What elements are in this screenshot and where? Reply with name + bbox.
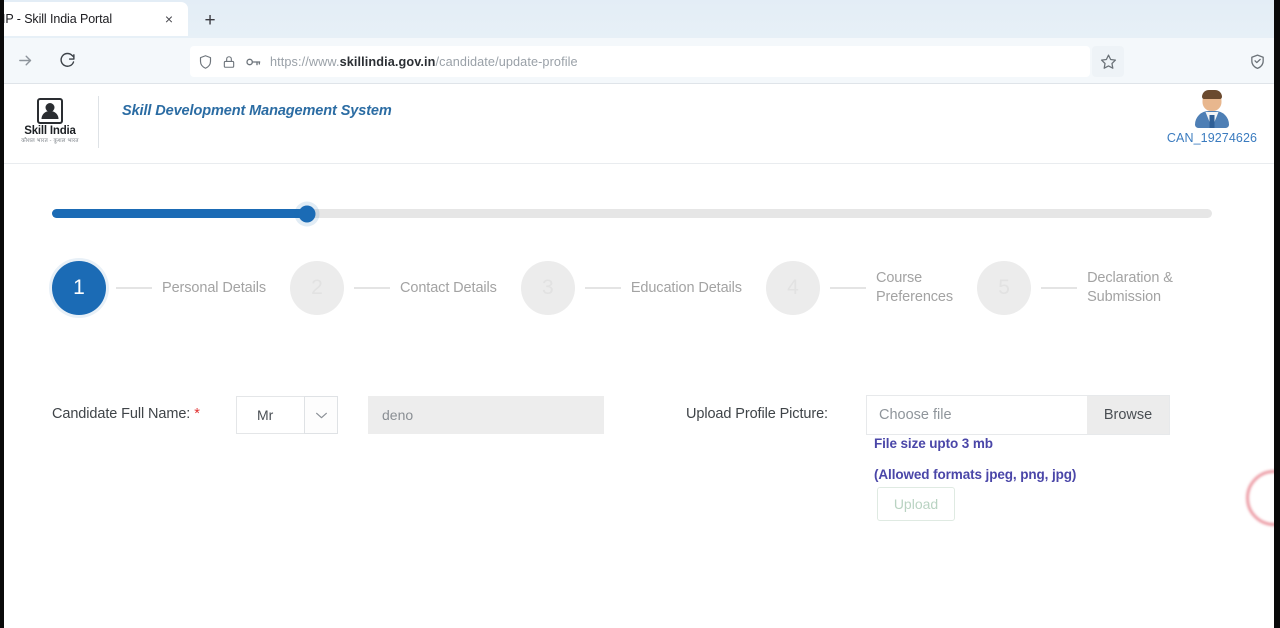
candidate-name-value: deno <box>382 407 414 423</box>
reload-icon[interactable] <box>50 44 84 78</box>
step-connector <box>116 287 152 289</box>
user-avatar-icon[interactable] <box>1193 90 1231 128</box>
progress-bar-thumb[interactable] <box>298 205 316 222</box>
site-header: Skill India कौशल भारत - कुशल भारत Skill … <box>0 84 1280 164</box>
shield-icon[interactable] <box>198 54 213 70</box>
tab-strip: IP - Skill India Portal × + <box>0 0 1280 38</box>
stepper-item-2[interactable]: 2 Contact Details <box>289 261 497 315</box>
salutation-value: Mr <box>257 407 274 423</box>
user-account[interactable]: CAN_19274626 <box>1152 90 1272 145</box>
page-content: 1 Personal Details 2 Contact Details 3 Educat… <box>0 165 1280 628</box>
star-icon[interactable] <box>1092 46 1124 77</box>
browser-window: IP - Skill India Portal × + https://www.… <box>0 0 1280 628</box>
stepper-item-5[interactable]: 5 Declaration & Submission <box>977 261 1173 315</box>
step-label-4: Course Preferences <box>875 270 954 305</box>
profile-picture-file-input[interactable]: Choose file Browse <box>866 395 1170 435</box>
new-tab-button[interactable]: + <box>198 8 222 32</box>
skill-india-logo[interactable]: Skill India कौशल भारत - कुशल भारत <box>12 90 88 152</box>
step-circle-2[interactable]: 2 <box>289 261 344 315</box>
file-placeholder: Choose file <box>879 407 952 423</box>
shield-badge-icon[interactable] <box>1242 46 1272 77</box>
avatar-tie <box>1209 115 1215 128</box>
stepper-item-3[interactable]: 3 Education Details <box>520 261 742 315</box>
browse-button[interactable]: Browse <box>1087 396 1169 434</box>
avatar-hair <box>1202 90 1222 99</box>
logo-name: Skill India <box>24 124 76 137</box>
key-icon[interactable] <box>245 54 261 70</box>
forward-arrow-icon[interactable] <box>8 44 42 78</box>
padlock-icon[interactable] <box>222 54 236 70</box>
skill-india-emblem-icon <box>37 97 63 124</box>
url-scheme: https://www. <box>270 54 340 69</box>
tab-title: IP - Skill India Portal <box>2 12 113 26</box>
screen-edge-right <box>1274 0 1280 628</box>
upload-button[interactable]: Upload <box>877 487 955 521</box>
step-label-2: Contact Details <box>399 279 497 296</box>
required-marker: * <box>194 406 200 422</box>
candidate-name-label: Candidate Full Name: * <box>52 406 200 422</box>
step-label-3: Education Details <box>630 279 742 296</box>
chevron-down-icon[interactable] <box>304 396 338 434</box>
step-connector <box>353 287 390 289</box>
url-path: /candidate/update-profile <box>435 54 578 69</box>
page-title: Skill Development Management System <box>104 102 404 121</box>
step-connector <box>1041 287 1078 289</box>
stepper-item-1[interactable]: 1 Personal Details <box>52 261 266 315</box>
step-circle-5[interactable]: 5 <box>977 261 1032 315</box>
url-text: https://www.skillindia.gov.in/candidate/… <box>270 55 1082 69</box>
header-divider <box>98 96 99 148</box>
step-label-1: Personal Details <box>162 279 266 296</box>
progress-bar-fill <box>52 209 308 218</box>
file-formats-hint: (Allowed formats jpeg, png, jpg) <box>874 467 1077 482</box>
stepper-item-4[interactable]: 4 Course Preferences <box>765 261 954 315</box>
step-connector <box>829 287 866 289</box>
step-label-5: Declaration & Submission <box>1087 270 1173 305</box>
file-size-hint: File size upto 3 mb <box>874 436 993 451</box>
url-domain: skillindia.gov.in <box>339 54 436 69</box>
screen-edge-left <box>0 0 4 628</box>
address-bar[interactable]: https://www.skillindia.gov.in/candidate/… <box>190 46 1090 77</box>
portal-title-line1: Skill Development Management <box>122 103 337 119</box>
salutation-select[interactable]: Mr <box>236 396 338 434</box>
upload-profile-label: Upload Profile Picture: <box>686 406 828 422</box>
progress-bar-track[interactable] <box>52 205 1212 222</box>
wizard-stepper: 1 Personal Details 2 Contact Details 3 Educat… <box>52 253 1222 323</box>
candidate-name-input[interactable]: deno <box>368 396 604 434</box>
browser-tab[interactable]: IP - Skill India Portal × <box>0 2 188 36</box>
step-circle-3[interactable]: 3 <box>520 261 575 315</box>
candidate-name-label-text: Candidate Full Name: <box>52 406 191 422</box>
logo-subtitle: कौशल भारत - कुशल भारत <box>21 138 79 144</box>
user-id-label: CAN_19274626 <box>1166 131 1258 145</box>
close-icon[interactable]: × <box>160 10 178 28</box>
step-circle-4[interactable]: 4 <box>765 261 820 315</box>
portal-title-line2: System <box>340 103 392 119</box>
browser-chrome: IP - Skill India Portal × + https://www.… <box>0 0 1280 84</box>
step-circle-1[interactable]: 1 <box>52 261 106 315</box>
step-connector <box>584 287 621 289</box>
